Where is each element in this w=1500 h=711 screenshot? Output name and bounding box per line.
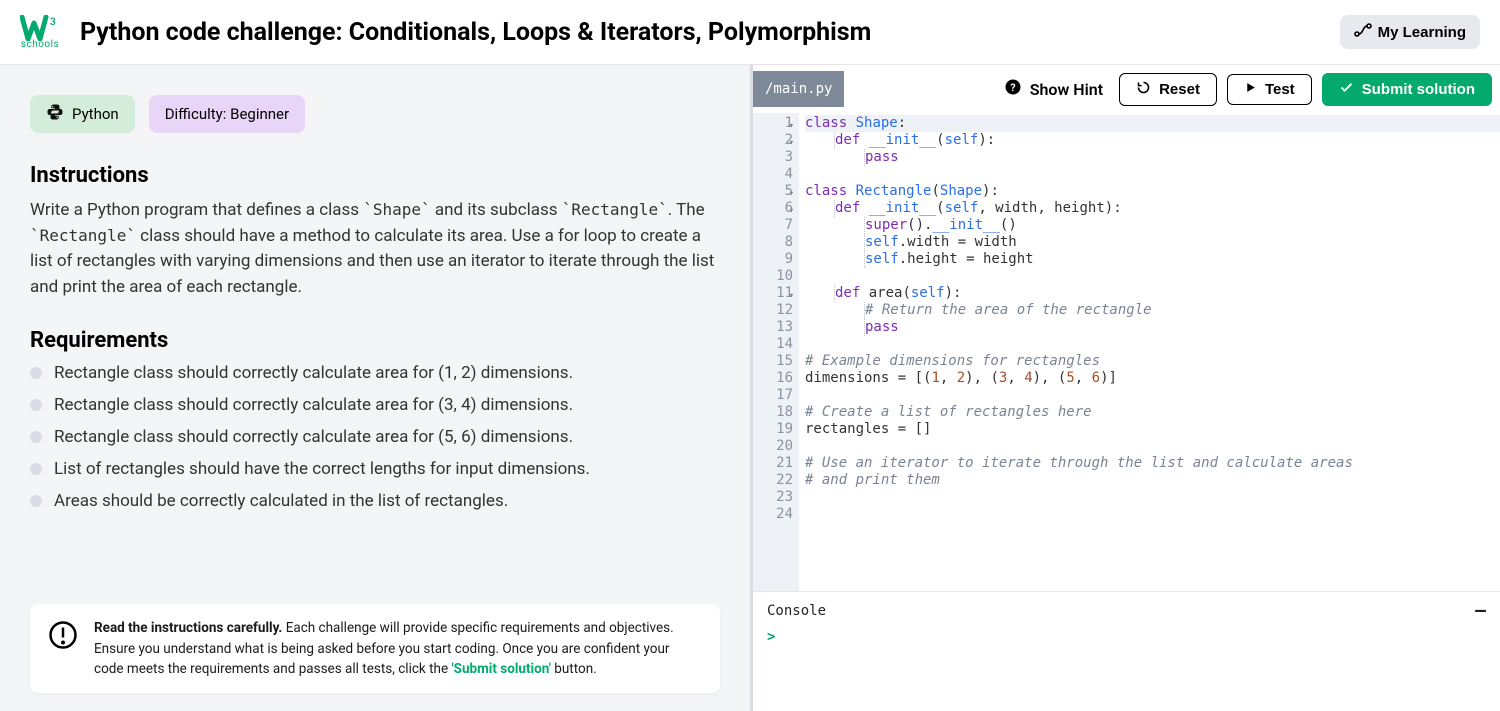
difficulty-badge: Difficulty: Beginner	[149, 95, 305, 133]
editor-panel: /main.py ? Show Hint Reset	[750, 65, 1500, 711]
requirement-item: Rectangle class should correctly calcula…	[30, 363, 720, 383]
language-badge-label: Python	[72, 105, 119, 123]
requirement-item: Rectangle class should correctly calcula…	[30, 395, 720, 415]
difficulty-badge-label: Difficulty: Beginner	[165, 105, 289, 123]
svg-text:3: 3	[50, 17, 56, 28]
editor-actions: ? Show Hint Reset Test	[998, 73, 1492, 106]
check-icon	[1339, 80, 1354, 99]
tip-box: Read the instructions carefully. Each ch…	[30, 604, 720, 693]
submit-button[interactable]: Submit solution	[1322, 73, 1492, 106]
logo-subtext: schools	[21, 39, 59, 50]
bullet-icon	[30, 367, 42, 379]
console-prompt[interactable]: >	[767, 629, 1486, 645]
info-icon	[48, 618, 78, 656]
language-badge: Python	[30, 95, 135, 133]
path-icon	[1354, 23, 1372, 41]
instructions-heading: Instructions	[30, 163, 720, 188]
my-learning-button[interactable]: My Learning	[1340, 15, 1480, 49]
bullet-icon	[30, 495, 42, 507]
editor-header: /main.py ? Show Hint Reset	[753, 65, 1500, 113]
tip-text: Read the instructions carefully. Each ch…	[94, 618, 702, 679]
instructions-text: Write a Python program that defines a cl…	[30, 198, 720, 300]
minimize-icon[interactable]: —	[1475, 600, 1486, 621]
requirement-item: Rectangle class should correctly calcula…	[30, 427, 720, 447]
main: Python Difficulty: Beginner Instructions…	[0, 65, 1500, 711]
console-label: Console	[767, 603, 826, 619]
header-left: 3 schools Python code challenge: Conditi…	[20, 15, 871, 50]
bullet-icon	[30, 399, 42, 411]
python-icon	[46, 103, 64, 125]
my-learning-label: My Learning	[1378, 24, 1466, 41]
file-tab[interactable]: /main.py	[753, 71, 844, 107]
requirements-list: Rectangle class should correctly calcula…	[30, 363, 720, 511]
code-editor[interactable]: 1▾2▾345▾6▾7891011▾1213141516171819202122…	[753, 113, 1500, 591]
requirement-item: List of rectangles should have the corre…	[30, 459, 720, 479]
test-button[interactable]: Test	[1227, 74, 1312, 105]
header: 3 schools Python code challenge: Conditi…	[0, 0, 1500, 65]
instructions-panel: Python Difficulty: Beginner Instructions…	[0, 65, 750, 711]
badges: Python Difficulty: Beginner	[30, 95, 720, 133]
requirements-heading: Requirements	[30, 328, 720, 353]
bullet-icon	[30, 463, 42, 475]
console: Console — >	[753, 591, 1500, 711]
page-title: Python code challenge: Conditionals, Loo…	[80, 18, 871, 47]
question-icon: ?	[1004, 78, 1022, 100]
code-area[interactable]: class Shape:def __init__(self):passclass…	[799, 113, 1500, 591]
play-icon	[1244, 81, 1257, 98]
requirement-item: Areas should be correctly calculated in …	[30, 491, 720, 511]
logo[interactable]: 3 schools	[20, 15, 60, 50]
show-hint-button[interactable]: ? Show Hint	[998, 74, 1109, 104]
bullet-icon	[30, 431, 42, 443]
svg-text:?: ?	[1010, 81, 1015, 94]
reset-icon	[1136, 80, 1151, 99]
reset-button[interactable]: Reset	[1119, 73, 1217, 106]
gutter: 1▾2▾345▾6▾7891011▾1213141516171819202122…	[753, 113, 799, 591]
